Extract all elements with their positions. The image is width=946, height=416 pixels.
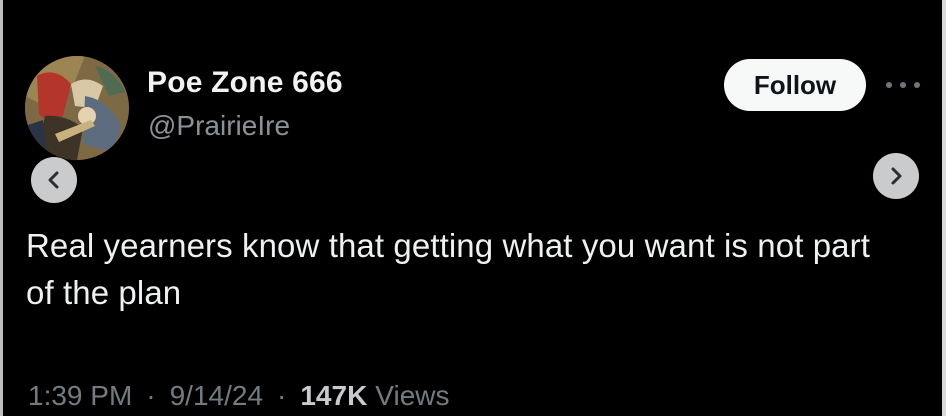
views-count: 147K xyxy=(300,380,368,411)
meta-separator: · xyxy=(146,380,156,411)
user-handle[interactable]: @PrairieIre xyxy=(148,110,290,142)
chevron-right-icon xyxy=(891,167,902,185)
display-name[interactable]: Poe Zone 666 xyxy=(147,66,343,100)
meta-separator: · xyxy=(277,380,287,411)
tweet-screenshot: Poe Zone 666 @PrairieIre Follow Real yea… xyxy=(0,0,946,416)
views-label: Views xyxy=(375,380,450,411)
tweet-meta: 1:39 PM · 9/14/24 · 147K Views xyxy=(28,380,449,416)
avatar-art xyxy=(25,56,129,160)
more-dot xyxy=(914,82,920,88)
previous-button[interactable] xyxy=(31,157,77,203)
photo-border-right xyxy=(942,0,946,416)
tweet-time[interactable]: 1:39 PM xyxy=(28,380,132,416)
photo-border-left xyxy=(0,0,3,416)
next-button[interactable] xyxy=(873,153,919,199)
more-dot xyxy=(886,82,892,88)
tweet-text: Real yearners know that getting what you… xyxy=(26,227,870,311)
avatar[interactable] xyxy=(25,56,129,160)
more-options-icon[interactable] xyxy=(886,79,920,91)
follow-button[interactable]: Follow xyxy=(724,59,866,111)
chevron-left-icon xyxy=(48,171,59,189)
tweet-date[interactable]: 9/14/24 xyxy=(170,380,263,416)
more-dot xyxy=(900,82,906,88)
